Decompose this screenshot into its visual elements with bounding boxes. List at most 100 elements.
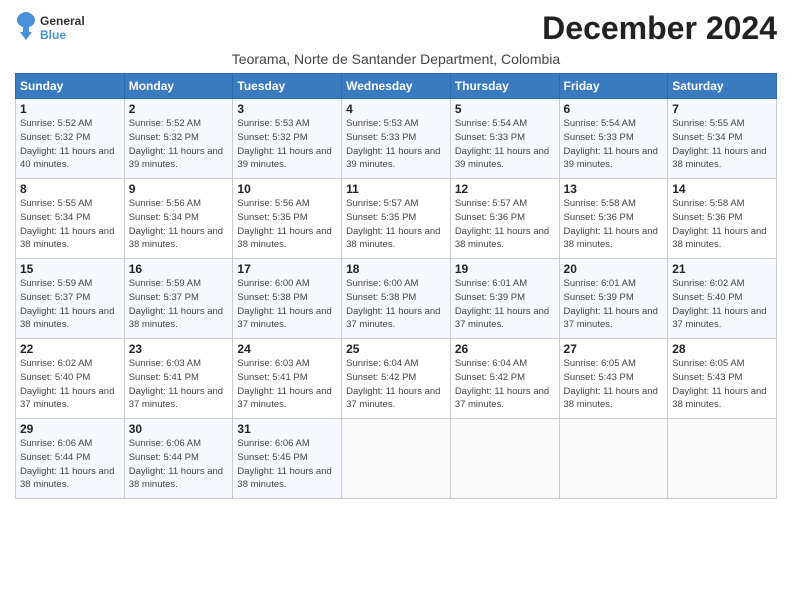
day-info: Sunrise: 6:00 AM Sunset: 5:38 PM Dayligh… xyxy=(346,277,446,332)
sunrise-label: Sunrise: 6:01 AM xyxy=(455,278,527,289)
daylight-label: Daylight: 11 hours and 38 minutes. xyxy=(346,226,440,251)
calendar-cell: 28 Sunrise: 6:05 AM Sunset: 5:43 PM Dayl… xyxy=(668,339,777,419)
sunset-label: Sunset: 5:36 PM xyxy=(564,212,634,223)
day-number: 31 xyxy=(237,422,337,436)
daylight-label: Daylight: 11 hours and 37 minutes. xyxy=(455,306,549,331)
day-number: 3 xyxy=(237,102,337,116)
day-info: Sunrise: 5:56 AM Sunset: 5:35 PM Dayligh… xyxy=(237,197,337,252)
sunrise-label: Sunrise: 5:59 AM xyxy=(20,278,92,289)
sunrise-label: Sunrise: 6:04 AM xyxy=(455,358,527,369)
day-info: Sunrise: 6:00 AM Sunset: 5:38 PM Dayligh… xyxy=(237,277,337,332)
day-number: 23 xyxy=(129,342,229,356)
sunset-label: Sunset: 5:38 PM xyxy=(346,292,416,303)
sunset-label: Sunset: 5:35 PM xyxy=(346,212,416,223)
calendar-table: Sunday Monday Tuesday Wednesday Thursday… xyxy=(15,73,777,499)
sunset-label: Sunset: 5:34 PM xyxy=(129,212,199,223)
daylight-label: Daylight: 11 hours and 37 minutes. xyxy=(237,386,331,411)
daylight-label: Daylight: 11 hours and 38 minutes. xyxy=(129,466,223,491)
day-number: 20 xyxy=(564,262,664,276)
day-info: Sunrise: 6:01 AM Sunset: 5:39 PM Dayligh… xyxy=(564,277,664,332)
day-number: 18 xyxy=(346,262,446,276)
day-info: Sunrise: 5:56 AM Sunset: 5:34 PM Dayligh… xyxy=(129,197,229,252)
calendar-cell: 1 Sunrise: 5:52 AM Sunset: 5:32 PM Dayli… xyxy=(16,99,125,179)
day-number: 14 xyxy=(672,182,772,196)
calendar-cell xyxy=(450,419,559,499)
sunset-label: Sunset: 5:41 PM xyxy=(129,372,199,383)
daylight-label: Daylight: 11 hours and 38 minutes. xyxy=(564,226,658,251)
daylight-label: Daylight: 11 hours and 38 minutes. xyxy=(129,226,223,251)
sunset-label: Sunset: 5:45 PM xyxy=(237,452,307,463)
day-number: 13 xyxy=(564,182,664,196)
day-info: Sunrise: 5:54 AM Sunset: 5:33 PM Dayligh… xyxy=(564,117,664,172)
calendar-cell: 11 Sunrise: 5:57 AM Sunset: 5:35 PM Dayl… xyxy=(342,179,451,259)
daylight-label: Daylight: 11 hours and 38 minutes. xyxy=(20,306,114,331)
calendar-row: 22 Sunrise: 6:02 AM Sunset: 5:40 PM Dayl… xyxy=(16,339,777,419)
calendar-cell: 15 Sunrise: 5:59 AM Sunset: 5:37 PM Dayl… xyxy=(16,259,125,339)
daylight-label: Daylight: 11 hours and 37 minutes. xyxy=(129,386,223,411)
calendar-cell xyxy=(668,419,777,499)
day-info: Sunrise: 5:52 AM Sunset: 5:32 PM Dayligh… xyxy=(20,117,120,172)
sunrise-label: Sunrise: 6:05 AM xyxy=(564,358,636,369)
day-number: 25 xyxy=(346,342,446,356)
day-number: 11 xyxy=(346,182,446,196)
sunrise-label: Sunrise: 5:52 AM xyxy=(20,118,92,129)
sunset-label: Sunset: 5:40 PM xyxy=(20,372,90,383)
day-number: 26 xyxy=(455,342,555,356)
day-info: Sunrise: 6:06 AM Sunset: 5:45 PM Dayligh… xyxy=(237,437,337,492)
daylight-label: Daylight: 11 hours and 39 minutes. xyxy=(129,146,223,171)
calendar-cell xyxy=(559,419,668,499)
sunrise-label: Sunrise: 6:06 AM xyxy=(129,438,201,449)
sunset-label: Sunset: 5:35 PM xyxy=(237,212,307,223)
day-info: Sunrise: 5:53 AM Sunset: 5:33 PM Dayligh… xyxy=(346,117,446,172)
sunset-label: Sunset: 5:33 PM xyxy=(564,132,634,143)
calendar-cell: 4 Sunrise: 5:53 AM Sunset: 5:33 PM Dayli… xyxy=(342,99,451,179)
sunset-label: Sunset: 5:34 PM xyxy=(672,132,742,143)
calendar-cell: 10 Sunrise: 5:56 AM Sunset: 5:35 PM Dayl… xyxy=(233,179,342,259)
day-info: Sunrise: 5:53 AM Sunset: 5:32 PM Dayligh… xyxy=(237,117,337,172)
daylight-label: Daylight: 11 hours and 37 minutes. xyxy=(564,306,658,331)
sunset-label: Sunset: 5:40 PM xyxy=(672,292,742,303)
calendar-cell: 24 Sunrise: 6:03 AM Sunset: 5:41 PM Dayl… xyxy=(233,339,342,419)
sunrise-label: Sunrise: 5:57 AM xyxy=(346,198,418,209)
calendar-cell: 17 Sunrise: 6:00 AM Sunset: 5:38 PM Dayl… xyxy=(233,259,342,339)
sunrise-label: Sunrise: 5:53 AM xyxy=(346,118,418,129)
sunrise-label: Sunrise: 5:54 AM xyxy=(564,118,636,129)
sunrise-label: Sunrise: 6:00 AM xyxy=(346,278,418,289)
calendar-subtitle: Teorama, Norte de Santander Department, … xyxy=(15,51,777,67)
sunrise-label: Sunrise: 5:58 AM xyxy=(672,198,744,209)
daylight-label: Daylight: 11 hours and 38 minutes. xyxy=(237,466,331,491)
calendar-cell: 9 Sunrise: 5:56 AM Sunset: 5:34 PM Dayli… xyxy=(124,179,233,259)
day-info: Sunrise: 5:57 AM Sunset: 5:35 PM Dayligh… xyxy=(346,197,446,252)
sunset-label: Sunset: 5:39 PM xyxy=(455,292,525,303)
daylight-label: Daylight: 11 hours and 39 minutes. xyxy=(455,146,549,171)
sunset-label: Sunset: 5:36 PM xyxy=(455,212,525,223)
col-sunday: Sunday xyxy=(16,74,125,99)
sunrise-label: Sunrise: 6:06 AM xyxy=(20,438,92,449)
day-info: Sunrise: 5:54 AM Sunset: 5:33 PM Dayligh… xyxy=(455,117,555,172)
daylight-label: Daylight: 11 hours and 40 minutes. xyxy=(20,146,114,171)
sunrise-label: Sunrise: 5:55 AM xyxy=(20,198,92,209)
sunrise-label: Sunrise: 6:03 AM xyxy=(129,358,201,369)
calendar-cell: 14 Sunrise: 5:58 AM Sunset: 5:36 PM Dayl… xyxy=(668,179,777,259)
calendar-cell: 29 Sunrise: 6:06 AM Sunset: 5:44 PM Dayl… xyxy=(16,419,125,499)
daylight-label: Daylight: 11 hours and 37 minutes. xyxy=(20,386,114,411)
calendar-row: 15 Sunrise: 5:59 AM Sunset: 5:37 PM Dayl… xyxy=(16,259,777,339)
calendar-cell: 13 Sunrise: 5:58 AM Sunset: 5:36 PM Dayl… xyxy=(559,179,668,259)
sunrise-label: Sunrise: 5:58 AM xyxy=(564,198,636,209)
calendar-cell: 20 Sunrise: 6:01 AM Sunset: 5:39 PM Dayl… xyxy=(559,259,668,339)
sunset-label: Sunset: 5:42 PM xyxy=(346,372,416,383)
calendar-cell: 16 Sunrise: 5:59 AM Sunset: 5:37 PM Dayl… xyxy=(124,259,233,339)
calendar-cell: 25 Sunrise: 6:04 AM Sunset: 5:42 PM Dayl… xyxy=(342,339,451,419)
calendar-cell: 3 Sunrise: 5:53 AM Sunset: 5:32 PM Dayli… xyxy=(233,99,342,179)
calendar-cell: 23 Sunrise: 6:03 AM Sunset: 5:41 PM Dayl… xyxy=(124,339,233,419)
sunrise-label: Sunrise: 6:00 AM xyxy=(237,278,309,289)
calendar-cell: 19 Sunrise: 6:01 AM Sunset: 5:39 PM Dayl… xyxy=(450,259,559,339)
day-number: 9 xyxy=(129,182,229,196)
daylight-label: Daylight: 11 hours and 37 minutes. xyxy=(237,306,331,331)
calendar-cell: 21 Sunrise: 6:02 AM Sunset: 5:40 PM Dayl… xyxy=(668,259,777,339)
daylight-label: Daylight: 11 hours and 37 minutes. xyxy=(346,306,440,331)
calendar-cell: 18 Sunrise: 6:00 AM Sunset: 5:38 PM Dayl… xyxy=(342,259,451,339)
day-number: 21 xyxy=(672,262,772,276)
sunset-label: Sunset: 5:43 PM xyxy=(564,372,634,383)
sunrise-label: Sunrise: 5:59 AM xyxy=(129,278,201,289)
